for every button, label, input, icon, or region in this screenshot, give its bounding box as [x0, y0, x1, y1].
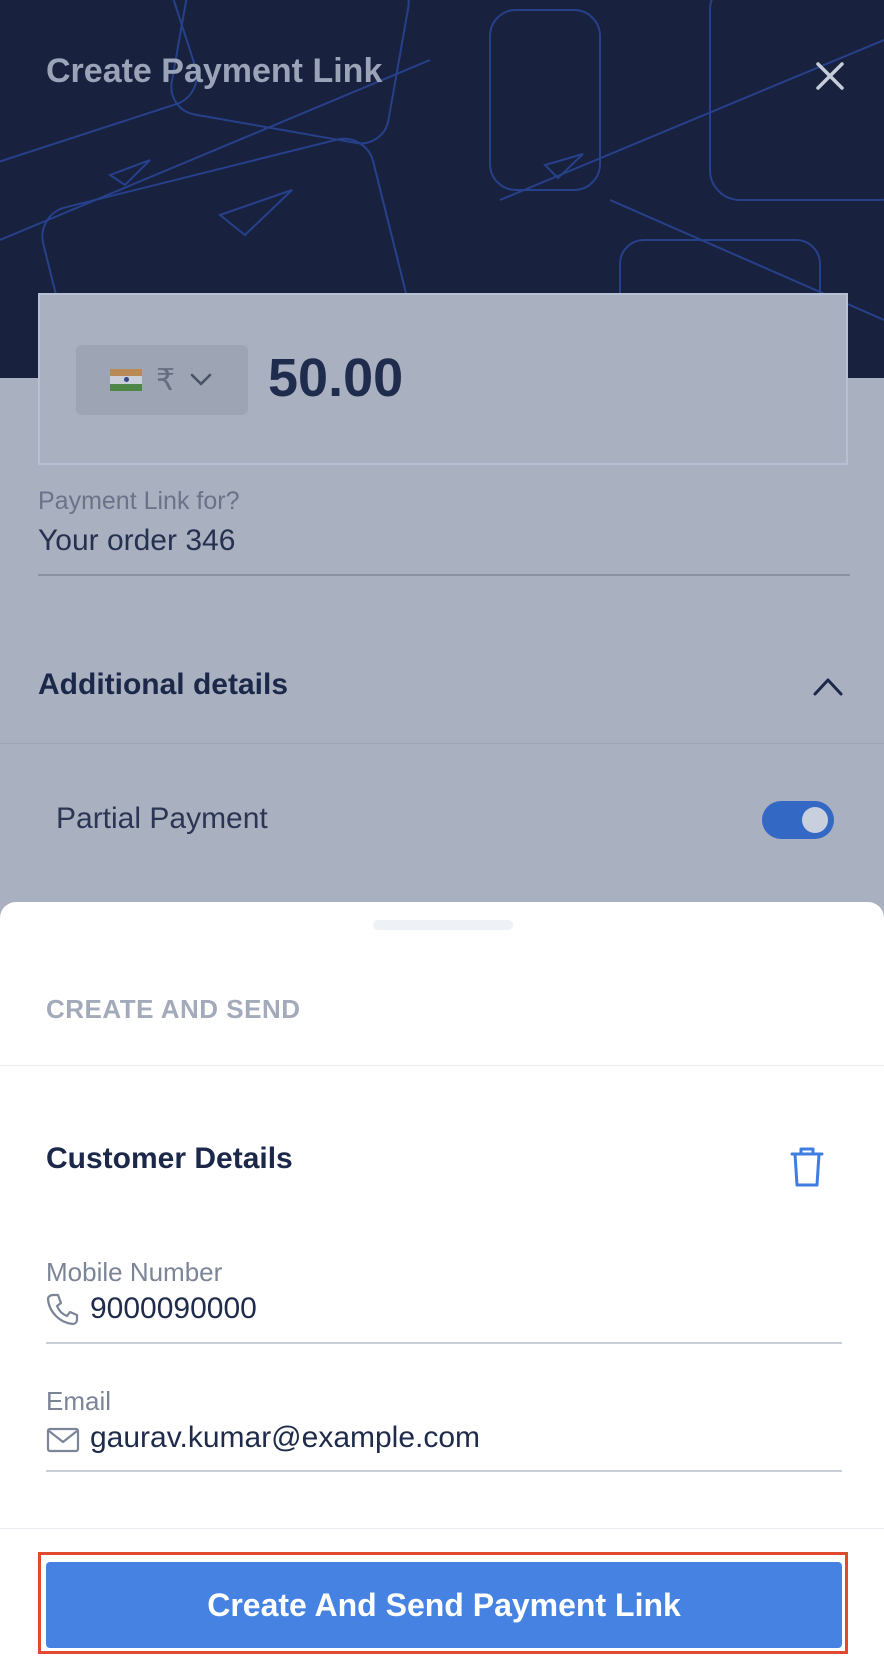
sheet-divider [0, 1065, 884, 1066]
currency-symbol: ₹ [156, 362, 176, 398]
email-input[interactable]: gaurav.kumar@example.com [90, 1421, 480, 1455]
customer-details-title: Customer Details [46, 1142, 293, 1175]
create-and-send-sheet: CREATE AND SEND Customer Details Mobile … [0, 902, 884, 1660]
payment-link-for-input[interactable]: Your order 346 [38, 524, 235, 558]
close-button[interactable] [810, 56, 850, 96]
partial-payment-label: Partial Payment [56, 802, 268, 835]
trash-icon[interactable] [790, 1146, 824, 1188]
currency-picker[interactable]: ₹ [76, 345, 248, 415]
mobile-number-underline [46, 1342, 842, 1344]
email-underline [46, 1470, 842, 1472]
india-flag-icon [110, 369, 142, 391]
create-and-send-button[interactable]: Create And Send Payment Link [46, 1562, 842, 1648]
email-label: Email [46, 1386, 112, 1416]
payment-link-for-underline [38, 574, 850, 576]
amount-card: ₹ 50.00 [38, 293, 848, 465]
mail-icon [46, 1427, 80, 1453]
sheet-drag-handle[interactable] [373, 920, 513, 930]
toggle-knob [802, 807, 828, 833]
mobile-number-input[interactable]: 9000090000 [90, 1292, 257, 1326]
chevron-up-icon[interactable] [810, 670, 846, 700]
chevron-down-icon [190, 373, 212, 386]
phone-icon [46, 1293, 79, 1326]
partial-payment-toggle[interactable] [762, 801, 834, 839]
section-divider [0, 743, 884, 744]
payment-link-for-label: Payment Link for? [38, 487, 240, 515]
additional-details-title: Additional details [38, 668, 289, 701]
page-title: Create Payment Link [46, 52, 383, 90]
footer-divider [0, 1528, 884, 1529]
sheet-heading: CREATE AND SEND [46, 994, 301, 1024]
amount-value[interactable]: 50.00 [268, 347, 403, 409]
mobile-number-label: Mobile Number [46, 1257, 223, 1287]
close-icon [816, 62, 844, 90]
